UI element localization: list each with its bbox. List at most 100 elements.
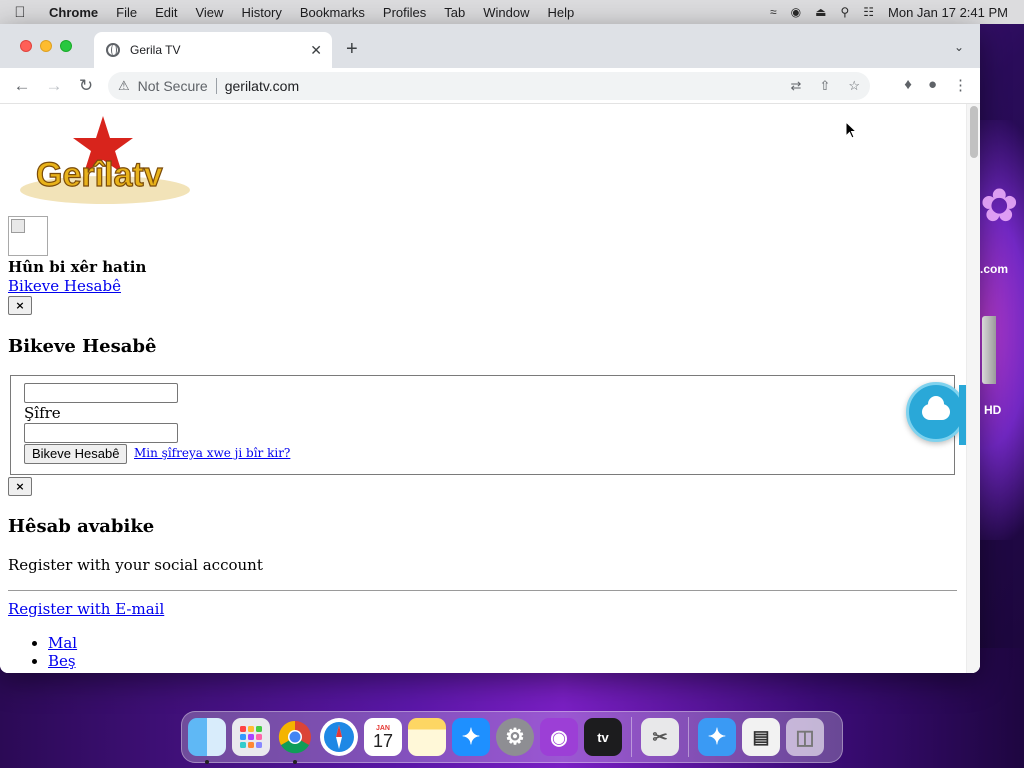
active-tab[interactable]: Gerila TV ✕ (94, 32, 332, 68)
warning-icon[interactable]: ⚠ (118, 78, 130, 94)
mouse-cursor-icon (845, 121, 857, 139)
address-bar[interactable]: ⚠ Not Secure gerilatv.com ⇄ ⇧ ☆ (108, 72, 870, 100)
menu-edit[interactable]: Edit (146, 5, 186, 20)
reload-button[interactable]: ↻ (70, 76, 102, 96)
compass-icon (324, 722, 354, 752)
security-status[interactable]: Not Secure (138, 78, 208, 94)
menu-tab[interactable]: Tab (435, 5, 474, 20)
close-register-button[interactable]: × (8, 477, 32, 496)
window-controls (20, 40, 72, 52)
control-center-icon[interactable]: ☷ (863, 5, 874, 19)
chrome-logo-icon (278, 720, 311, 754)
apple-tv-icon[interactable]: tv (584, 718, 622, 756)
launchpad-grid-icon (240, 726, 262, 748)
podcasts-icon[interactable]: ◉ (540, 718, 578, 756)
system-preferences-icon[interactable]: ⚙ (496, 718, 534, 756)
close-login-button[interactable]: × (8, 296, 32, 315)
divider (8, 590, 957, 591)
cloud-icon (922, 396, 950, 420)
login-heading: Bikeve Hesabê (8, 336, 157, 357)
app-store-icon[interactable]: ✦ (452, 718, 490, 756)
back-button[interactable]: ← (6, 76, 38, 96)
toolbar: ← → ↻ ⚠ Not Secure gerilatv.com ⇄ ⇧ ☆ ♦ … (0, 68, 980, 104)
tab-strip: Gerila TV ✕ + ⌄ (0, 24, 980, 68)
login-form: Şîfre Bikeve Hesabê Min şîfreya xwe ji b… (10, 375, 955, 475)
launchpad-icon[interactable] (232, 718, 270, 756)
register-email-link[interactable]: Register with E-mail (8, 600, 164, 618)
tv-label: tv (597, 729, 609, 745)
close-window-button[interactable] (20, 40, 32, 52)
notes-icon[interactable] (408, 718, 446, 756)
menu-history[interactable]: History (232, 5, 290, 20)
tab-search-chevron-icon[interactable]: ⌄ (954, 40, 964, 54)
calendar-day: 17 (372, 730, 394, 751)
welcome-text: Hûn bi xêr hatin (8, 258, 147, 276)
menu-view[interactable]: View (186, 5, 232, 20)
desktop-flower-icon[interactable]: ✿ (980, 175, 1024, 235)
list-item: Beş (48, 652, 77, 670)
menu-bookmarks[interactable]: Bookmarks (291, 5, 374, 20)
minimize-window-button[interactable] (40, 40, 52, 52)
dock-separator (631, 717, 632, 757)
document-icon[interactable]: ▤ (742, 718, 780, 756)
scrollbar-thumb[interactable] (970, 106, 978, 158)
tab-title: Gerila TV (130, 43, 181, 57)
share-icon[interactable]: ⇧ (819, 78, 830, 94)
password-label: Şîfre (24, 404, 61, 422)
broken-image (8, 216, 48, 256)
trash-icon[interactable]: ◫ (786, 718, 824, 756)
username-input[interactable] (24, 383, 178, 403)
screenshot-icon[interactable]: ✂ (641, 718, 679, 756)
hard-drive-icon[interactable] (982, 316, 996, 384)
cloud-widget-button[interactable] (906, 382, 969, 445)
dock: JAN 17 ✦ ⚙ ◉ tv ✂ ✦ ▤ ◫ (181, 711, 843, 764)
more-menu-icon[interactable]: ⋮ (953, 76, 968, 94)
applications-folder-icon[interactable]: ✦ (698, 718, 736, 756)
desktop-network-label[interactable]: .com (980, 262, 1008, 276)
new-tab-button[interactable]: + (346, 38, 358, 61)
menu-window[interactable]: Window (474, 5, 538, 20)
wifi-off-icon[interactable]: ≈ (770, 5, 777, 19)
nav-link-home[interactable]: Mal (48, 634, 77, 652)
omnibox-divider (215, 78, 217, 94)
nav-list: Mal Beş (48, 634, 77, 670)
menu-profiles[interactable]: Profiles (374, 5, 435, 20)
extensions-puzzle-icon[interactable]: ♦ (904, 76, 912, 94)
vertical-scrollbar[interactable] (966, 104, 980, 673)
finder-icon[interactable] (188, 718, 226, 764)
apple-menu-icon[interactable]:  (0, 4, 40, 21)
password-input[interactable] (24, 423, 178, 443)
browser-window: Gerila TV ✕ + ⌄ ← → ↻ ⚠ Not Secure geril… (0, 24, 980, 673)
eject-icon[interactable]: ⏏ (815, 5, 826, 19)
gerila-tv-logo[interactable]: Gerîlatv (10, 114, 192, 208)
url-text[interactable]: gerilatv.com (225, 78, 299, 94)
calendar-icon[interactable]: JAN 17 (364, 718, 402, 756)
nav-link-section[interactable]: Beş (48, 652, 76, 670)
menubar-clock[interactable]: Mon Jan 17 2:41 PM (888, 5, 1008, 20)
menu-help[interactable]: Help (539, 5, 584, 20)
logo-text: Gerîlatv (36, 156, 163, 194)
menu-file[interactable]: File (107, 5, 146, 20)
zoom-window-button[interactable] (60, 40, 72, 52)
profile-icon[interactable]: ● (928, 76, 937, 94)
running-indicator (293, 760, 297, 764)
user-circle-icon[interactable]: ◉ (791, 5, 801, 19)
chrome-icon[interactable] (276, 718, 314, 764)
forward-button[interactable]: → (38, 76, 70, 96)
login-link[interactable]: Bikeve Hesabê (8, 277, 121, 295)
translate-icon[interactable]: ⇄ (791, 78, 802, 94)
safari-icon[interactable] (320, 718, 358, 756)
search-icon[interactable]: ⚲ (840, 5, 849, 19)
bookmark-star-icon[interactable]: ☆ (848, 78, 860, 94)
list-item: Mal (48, 634, 77, 652)
close-tab-icon[interactable]: ✕ (310, 42, 322, 59)
login-submit-button[interactable]: Bikeve Hesabê (24, 444, 128, 464)
running-indicator (205, 760, 209, 764)
menu-app-name[interactable]: Chrome (40, 5, 107, 20)
social-register-text: Register with your social account (8, 556, 263, 574)
forgot-password-link[interactable]: Min şîfreya xwe ji bîr kir? (134, 446, 290, 460)
register-heading: Hêsab avabike (8, 516, 155, 537)
desktop-hd-label[interactable]: HD (984, 403, 1001, 417)
globe-icon (106, 43, 120, 57)
menu-bar:  Chrome File Edit View History Bookmark… (0, 0, 1024, 24)
